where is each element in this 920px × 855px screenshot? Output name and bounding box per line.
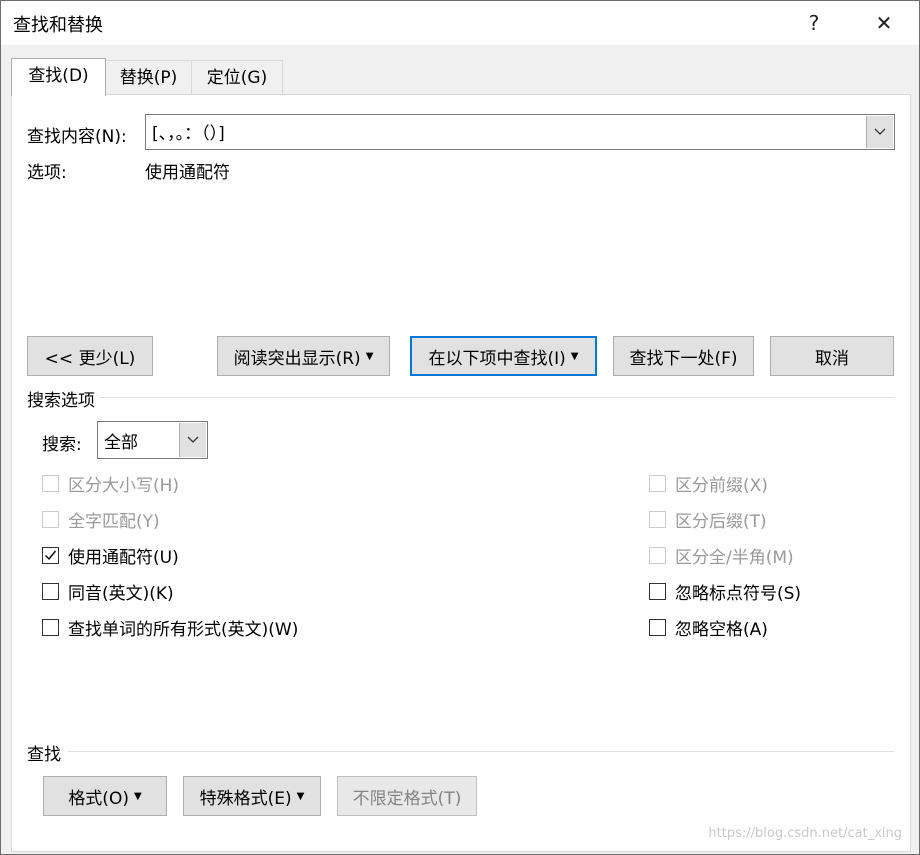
use-wildcards-checkbox[interactable]: 使用通配符(U) [42, 543, 179, 568]
ignore-space-label: 忽略空格(A) [675, 620, 768, 640]
chevron-down-icon[interactable] [866, 116, 893, 148]
whole-word-checkbox[interactable]: 全字匹配(Y) [42, 507, 160, 532]
match-suffix-checkbox[interactable]: 区分后缀(T) [649, 507, 767, 532]
match-suffix-label: 区分后缀(T) [675, 512, 767, 532]
dropdown-caret-icon: ▼ [365, 350, 374, 362]
search-options-divider [100, 397, 894, 398]
options-label: 选项: [27, 163, 67, 183]
dialog-body: 查找(D) 替换(P) 定位(G) 查找内容(N): [、，。：（）] 选项: … [1, 45, 919, 854]
sounds-like-label: 同音(英文)(K) [68, 584, 174, 604]
find-what-label: 查找内容(N): [27, 127, 127, 147]
format-button[interactable]: 格式(O) ▼ [43, 776, 167, 816]
checkbox-box [649, 547, 666, 564]
find-what-combobox[interactable]: [、，。：（）] [145, 114, 895, 150]
whole-word-label: 全字匹配(Y) [68, 512, 160, 532]
options-value: 使用通配符 [145, 163, 230, 183]
help-icon[interactable]: ? [791, 1, 837, 45]
find-section-title: 查找 [27, 740, 61, 765]
match-prefix-label: 区分前缀(X) [675, 476, 768, 496]
dropdown-caret-icon: ▼ [570, 350, 579, 362]
cancel-button[interactable]: 取消 [770, 336, 894, 376]
find-what-value: [、，。：（）] [152, 124, 225, 144]
ignore-punctuation-label: 忽略标点符号(S) [675, 584, 802, 604]
checkbox-box [42, 583, 59, 600]
tab-find[interactable]: 查找(D) [11, 58, 106, 96]
search-direction-value: 全部 [104, 433, 138, 453]
reading-highlight-label: 阅读突出显示(R) [233, 348, 361, 369]
ignore-punctuation-checkbox[interactable]: 忽略标点符号(S) [649, 579, 801, 604]
less-button[interactable]: << 更少(L) [27, 336, 153, 376]
find-in-label: 在以下项中查找(I) [428, 348, 566, 369]
checkbox-box [42, 619, 59, 636]
close-icon[interactable]: ✕ [861, 1, 907, 45]
all-word-forms-label: 查找单词的所有形式(英文)(W) [68, 620, 299, 640]
checkbox-box [649, 475, 666, 492]
all-word-forms-checkbox[interactable]: 查找单词的所有形式(英文)(W) [42, 615, 298, 640]
no-formatting-button[interactable]: 不限定格式(T) [337, 776, 477, 816]
tab-goto[interactable]: 定位(G) [191, 60, 283, 95]
use-wildcards-label: 使用通配符(U) [68, 548, 179, 568]
match-prefix-checkbox[interactable]: 区分前缀(X) [649, 471, 768, 496]
watermark: https://blog.csdn.net/cat_xing [708, 826, 902, 841]
checkbox-box [649, 511, 666, 528]
search-options-title: 搜索选项 [27, 386, 95, 411]
special-button[interactable]: 特殊格式(E) ▼ [183, 776, 321, 816]
dropdown-caret-icon: ▼ [296, 790, 305, 802]
find-replace-dialog: 查找和替换 ? ✕ 查找(D) 替换(P) 定位(G) 查找内容(N): [、，… [0, 0, 920, 855]
dropdown-caret-icon: ▼ [133, 790, 142, 802]
find-section-divider [68, 751, 894, 752]
match-width-label: 区分全/半角(M) [675, 548, 794, 568]
chevron-down-icon[interactable] [179, 423, 206, 457]
find-tab-panel: 查找内容(N): [、，。：（）] 选项: 使用通配符 << 更少(L) 阅读突… [11, 94, 911, 852]
title-bar: 查找和替换 ? ✕ [1, 1, 919, 45]
search-direction-label: 搜索: [42, 435, 82, 455]
find-next-button[interactable]: 查找下一处(F) [613, 336, 754, 376]
find-in-button[interactable]: 在以下项中查找(I) ▼ [410, 336, 597, 376]
format-label: 格式(O) [68, 788, 129, 809]
checkmark-icon [45, 550, 57, 561]
match-case-checkbox[interactable]: 区分大小写(H) [42, 471, 179, 496]
match-case-label: 区分大小写(H) [68, 476, 180, 496]
tab-replace[interactable]: 替换(P) [104, 60, 193, 95]
search-direction-select[interactable]: 全部 [97, 421, 208, 459]
match-width-checkbox[interactable]: 区分全/半角(M) [649, 543, 794, 568]
ignore-space-checkbox[interactable]: 忽略空格(A) [649, 615, 768, 640]
checkbox-box [42, 475, 59, 492]
window-title: 查找和替换 [13, 15, 103, 36]
checkbox-box [649, 583, 666, 600]
checkbox-box [42, 511, 59, 528]
sounds-like-checkbox[interactable]: 同音(英文)(K) [42, 579, 174, 604]
checkbox-box [42, 547, 59, 564]
special-label: 特殊格式(E) [199, 788, 292, 809]
checkbox-box [649, 619, 666, 636]
reading-highlight-button[interactable]: 阅读突出显示(R) ▼ [217, 336, 390, 376]
